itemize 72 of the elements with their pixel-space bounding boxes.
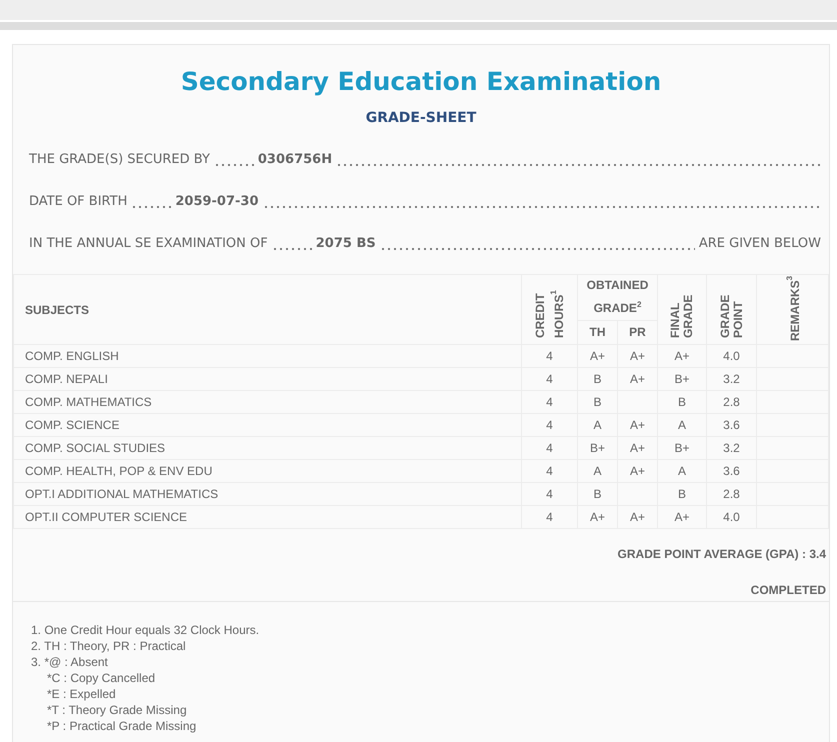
footnote: *C : Copy Cancelled xyxy=(47,671,156,685)
info-value: 2075 BS xyxy=(316,236,376,251)
table-cell: B xyxy=(678,395,686,409)
table-cell: 4 xyxy=(546,372,553,386)
table-cell: OPT.II COMPUTER SCIENCE xyxy=(25,510,188,524)
table-cell: COMP. SCIENCE xyxy=(25,418,120,432)
table-cell: 4 xyxy=(546,418,553,432)
table-cell: A xyxy=(678,464,686,478)
sheet-subtitle: GRADE-SHEET xyxy=(364,110,478,126)
column-header: TH xyxy=(578,320,618,344)
table-cell: A+ xyxy=(590,349,605,363)
table-cell: 3.6 xyxy=(723,464,740,478)
table-cell: A+ xyxy=(630,464,645,478)
table-cell: 4 xyxy=(546,441,553,455)
table-cell: B+ xyxy=(674,372,690,386)
table-cell: A+ xyxy=(590,510,605,524)
table-cell: 3.6 xyxy=(723,418,740,432)
table-cell: COMP. HEALTH, POP & ENV EDU xyxy=(25,464,212,478)
table-cell: A+ xyxy=(630,349,645,363)
dot-leader xyxy=(214,164,254,166)
table-cell: B+ xyxy=(674,441,690,455)
table-cell: A+ xyxy=(674,349,690,363)
table-cell: A+ xyxy=(630,372,645,386)
footnote: 2. TH : Theory, PR : Practical xyxy=(31,638,187,654)
table-cell: 3.2 xyxy=(723,372,740,386)
table-cell: 4 xyxy=(546,349,553,363)
table-cell: B xyxy=(678,487,686,501)
dot-leader xyxy=(131,206,172,208)
table-cell: 4 xyxy=(546,464,553,478)
table-cell: 4 xyxy=(546,395,553,409)
table-cell: 2.8 xyxy=(723,395,740,409)
table-cell: COMP. SOCIAL STUDIES xyxy=(25,441,166,455)
info-value: 0306756H xyxy=(258,152,332,167)
table-cell: 4.0 xyxy=(723,510,740,524)
column-header: OBTAINED GRADE$^{2}$ xyxy=(578,274,658,320)
footnote: *E : Expelled xyxy=(47,687,116,701)
gpa-text: GRADE POINT AVERAGE (GPA) : 3.4 xyxy=(618,547,826,561)
table-cell: 4 xyxy=(546,487,553,501)
table-cell: 4.0 xyxy=(723,349,740,363)
status-text: COMPLETED xyxy=(750,583,826,597)
table-cell: A+ xyxy=(630,441,645,455)
table-cell: A xyxy=(678,418,686,432)
table-cell: B xyxy=(593,395,602,409)
table-cell: OPT.I ADDITIONAL MATHEMATICS xyxy=(25,487,218,501)
table-cell: B+ xyxy=(590,441,605,455)
table-cell: 4 xyxy=(546,510,553,524)
page-title: Secondary Education Examination xyxy=(180,67,662,96)
info-value: 2059-07-30 xyxy=(175,194,259,209)
footnote: *T : Theory Grade Missing xyxy=(47,703,187,717)
footnote: 1. One Credit Hour equals 32 Clock Hours. xyxy=(31,622,260,638)
table-cell: B xyxy=(593,372,602,386)
table-cell: COMP. MATHEMATICS xyxy=(25,395,152,409)
table-cell: A xyxy=(593,464,602,478)
info-label: ARE GIVEN BELOW xyxy=(698,236,821,251)
table-cell: 2.8 xyxy=(723,487,740,501)
table-cell: A+ xyxy=(630,418,645,432)
table-cell: B xyxy=(593,487,602,501)
column-header: SUBJECTS xyxy=(14,274,522,344)
column-header: FINAL GRADE xyxy=(658,274,706,344)
table-cell: 3.2 xyxy=(723,441,740,455)
info-label: THE GRADE(S) SECURED BY xyxy=(29,152,210,167)
table-cell: COMP. ENGLISH xyxy=(25,349,119,363)
table-cell: A+ xyxy=(674,510,690,524)
info-label: IN THE ANNUAL SE EXAMINATION OF xyxy=(29,236,268,251)
footnote: *P : Practical Grade Missing xyxy=(47,719,196,733)
dot-leader xyxy=(272,248,312,250)
info-label: DATE OF BIRTH xyxy=(29,194,128,209)
table-cell: COMP. NEPALI xyxy=(25,372,108,386)
column-header: GRADE POINT xyxy=(706,274,756,344)
table-cell: A xyxy=(593,418,602,432)
table-cell: A+ xyxy=(630,510,645,524)
footnote: 3. *@ : Absent xyxy=(31,654,109,670)
